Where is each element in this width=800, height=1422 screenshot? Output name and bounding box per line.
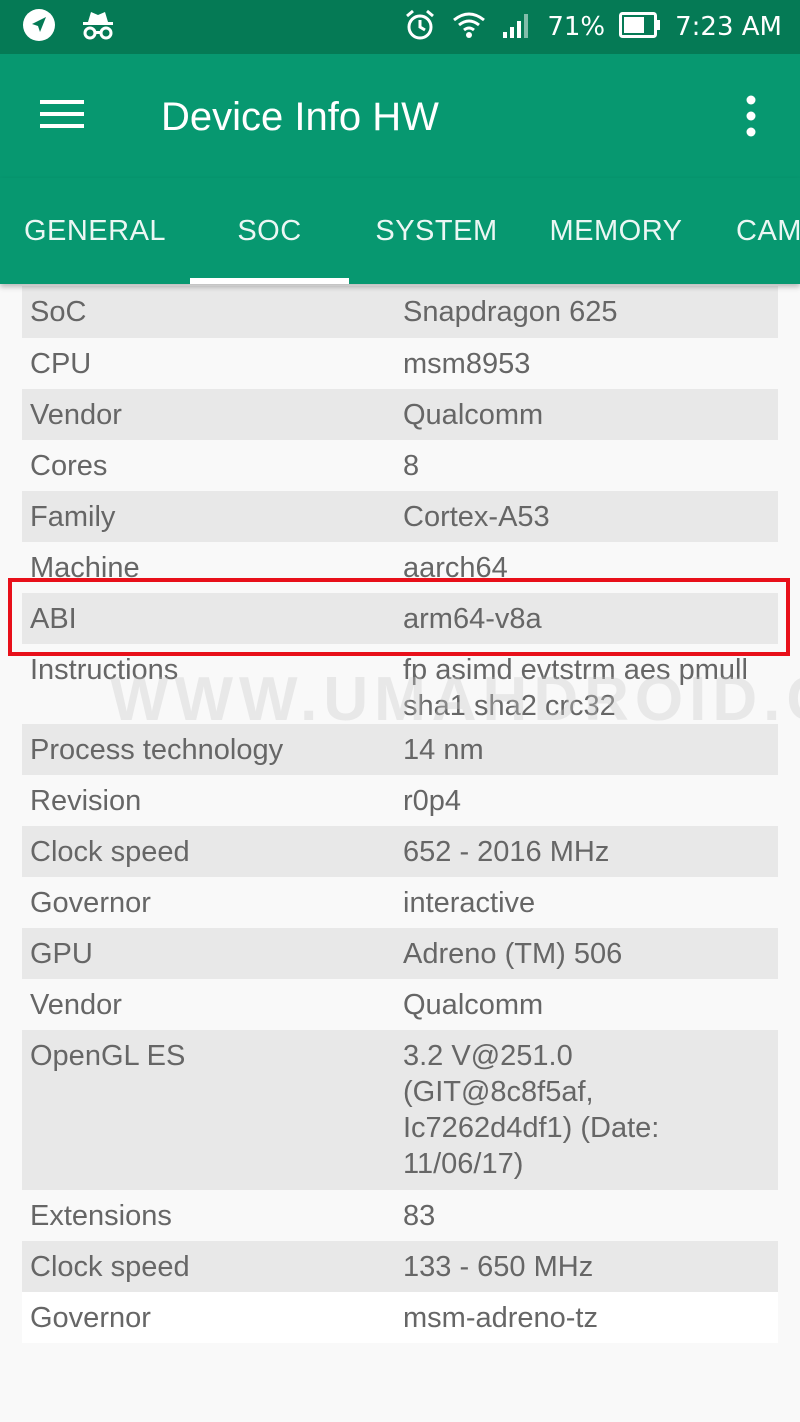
table-row: Clock speed 133 - 650 MHz <box>22 1241 778 1292</box>
row-key: Family <box>30 501 116 533</box>
row-value: fp asimd evtstrm aes pmull sha1 sha2 crc… <box>403 654 748 722</box>
row-key: Vendor <box>30 989 122 1021</box>
tab-bar: GENERAL SOC SYSTEM MEMORY CAM <box>0 178 800 284</box>
app-title: Device Info HW <box>161 95 439 139</box>
table-row: Cores 8 <box>22 440 778 491</box>
row-key: Instructions <box>30 654 179 686</box>
table-row: CPU msm8953 <box>22 338 778 389</box>
overflow-menu-icon[interactable] <box>736 92 766 144</box>
hamburger-menu-icon[interactable] <box>38 94 86 134</box>
table-row: Family Cortex-A53 <box>22 491 778 542</box>
row-key: Governor <box>30 887 151 919</box>
abi-highlight-box <box>8 578 790 656</box>
wifi-icon <box>451 8 487 46</box>
status-bar-left-icons <box>22 8 116 46</box>
row-value: Qualcomm <box>403 399 544 431</box>
table-row: Governor interactive <box>22 877 778 928</box>
selected-tab-indicator <box>190 278 349 284</box>
row-key: OpenGL ES <box>30 1040 186 1072</box>
row-value: 652 - 2016 MHz <box>403 836 610 868</box>
row-key: Process technology <box>30 734 284 766</box>
row-key: Governor <box>30 1302 151 1334</box>
row-value: Snapdragon 625 <box>403 296 618 328</box>
row-value: 83 <box>403 1200 436 1232</box>
tab-system[interactable]: SYSTEM <box>349 178 524 284</box>
row-key: Extensions <box>30 1200 172 1232</box>
table-row: Revision r0p4 <box>22 775 778 826</box>
row-key: Clock speed <box>30 836 190 868</box>
row-value: Qualcomm <box>403 989 544 1021</box>
status-bar-right-icons: 71% 7:23 AM <box>403 8 782 46</box>
table-row: GPU Adreno (TM) 506 <box>22 928 778 979</box>
table-row: Vendor Qualcomm <box>22 389 778 440</box>
tab-soc[interactable]: SOC <box>190 178 349 284</box>
soc-info-list: SoC Snapdragon 625 CPU msm8953 Vendor Qu… <box>22 286 778 1343</box>
tab-camera[interactable]: CAM <box>708 178 800 284</box>
row-key: Clock speed <box>30 1251 190 1283</box>
incognito-icon <box>80 8 116 46</box>
status-bar: 71% 7:23 AM <box>0 0 800 54</box>
row-value: interactive <box>403 887 536 919</box>
row-value: 3.2 V@251.0 (GIT@8c8f5af, Ic7262d4df1) (… <box>403 1040 660 1180</box>
battery-percent: 71% <box>547 12 606 42</box>
row-value: 8 <box>403 450 420 482</box>
tab-general[interactable]: GENERAL <box>0 178 190 284</box>
row-key: CPU <box>30 348 92 380</box>
row-value: 14 nm <box>403 734 484 766</box>
signal-icon <box>501 10 533 44</box>
table-row: OpenGL ES 3.2 V@251.0 (GIT@8c8f5af, Ic72… <box>22 1030 778 1190</box>
table-row: Clock speed 652 - 2016 MHz <box>22 826 778 877</box>
tab-memory[interactable]: MEMORY <box>524 178 708 284</box>
row-key: SoC <box>30 296 87 328</box>
row-value: r0p4 <box>403 785 462 817</box>
navigation-icon <box>22 8 56 46</box>
row-key: Cores <box>30 450 108 482</box>
row-value: Adreno (TM) 506 <box>403 938 623 970</box>
table-row: Governor msm-adreno-tz <box>22 1292 778 1343</box>
table-row: Extensions 83 <box>22 1190 778 1241</box>
alarm-icon <box>403 8 437 46</box>
row-value: Cortex-A53 <box>403 501 550 533</box>
row-key: GPU <box>30 938 93 970</box>
table-row: SoC Snapdragon 625 <box>22 286 778 338</box>
row-value: 133 - 650 MHz <box>403 1251 594 1283</box>
table-row: Vendor Qualcomm <box>22 979 778 1030</box>
table-row: Process technology 14 nm <box>22 724 778 775</box>
row-value: msm-adreno-tz <box>403 1302 598 1334</box>
battery-icon <box>619 12 661 42</box>
app-toolbar: Device Info HW <box>0 54 800 178</box>
row-key: Vendor <box>30 399 122 431</box>
table-row: Instructions fp asimd evtstrm aes pmull … <box>22 644 778 724</box>
clock: 7:23 AM <box>675 12 782 42</box>
row-value: msm8953 <box>403 348 531 380</box>
row-key: Revision <box>30 785 142 817</box>
